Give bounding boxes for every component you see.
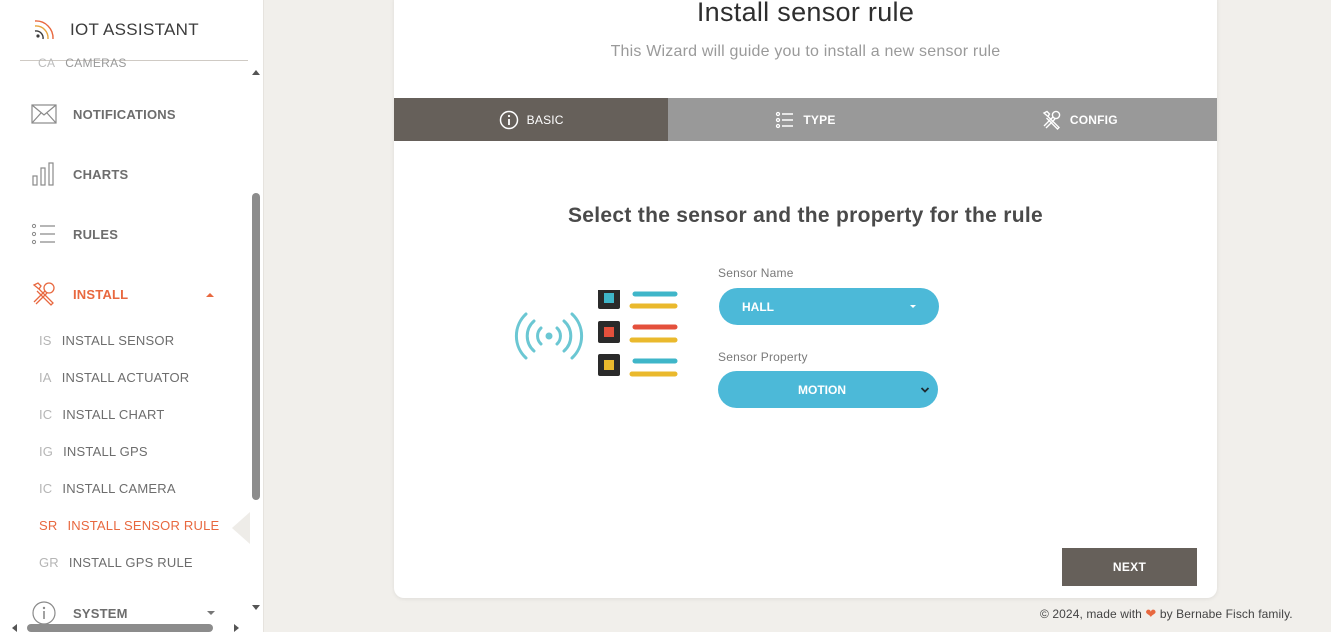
sensor-name-value: HALL [742, 299, 774, 314]
sensor-name-label: Sensor Name [718, 266, 794, 280]
sidebar-item-abbr: CA [38, 56, 56, 70]
step-title: Select the sensor and the property for t… [567, 204, 1044, 227]
tab-label: TYPE [803, 112, 836, 127]
tools-icon [30, 280, 58, 308]
footer: © 2024, made with ❤ by Bernabe Fisch fam… [1040, 606, 1293, 622]
sidebar-subitem-label: INSTALL ACTUATOR [61, 370, 190, 385]
scroll-right-icon[interactable] [234, 624, 239, 632]
vertical-scrollbar-thumb[interactable] [252, 193, 260, 500]
sidebar-item-label: RULES [73, 226, 119, 242]
sidebar-subitem-label: INSTALL CAMERA [62, 481, 176, 496]
heart-icon: ❤ [1145, 606, 1157, 621]
sidebar-subitem-install-chart[interactable]: IC INSTALL CHART [39, 407, 164, 422]
page-subtitle: This Wizard will guide you to install a … [610, 43, 1001, 60]
list-icon [30, 220, 58, 248]
sidebar-subitem-label: INSTALL GPS [63, 444, 148, 459]
sidebar-item-label: NOTIFICATIONS [73, 106, 176, 122]
scroll-down-icon[interactable] [252, 605, 260, 610]
chevron-down-icon[interactable] [207, 611, 215, 615]
sensor-property-select[interactable]: MOTION [718, 371, 938, 408]
tab-basic[interactable]: BASIC [394, 98, 669, 141]
sidebar-subitem-label: INSTALL CHART [62, 407, 165, 422]
sidebar-subitem-install-sensor[interactable]: IS INSTALL SENSOR [39, 333, 174, 348]
wizard-card: Install sensor rule This Wizard will gui… [394, 0, 1217, 598]
sidebar-subitem-label: INSTALL SENSOR RULE [67, 518, 220, 533]
chevron-down-icon [920, 384, 930, 398]
sidebar-item-label: INSTALL [73, 286, 129, 302]
info-circle-icon [499, 110, 519, 130]
sidebar-subitem-install-gps-rule[interactable]: GR INSTALL GPS RULE [39, 555, 193, 570]
sidebar-item-rules[interactable]: RULES [30, 219, 118, 249]
sidebar-item-cameras[interactable]: CA CAMERAS [38, 56, 127, 70]
sidebar-subitem-label: INSTALL SENSOR [61, 333, 175, 348]
brand[interactable]: IOT ASSISTANT [20, 0, 248, 61]
sidebar-subitem-abbr: SR [39, 518, 58, 533]
horizontal-scrollbar-thumb[interactable] [27, 624, 213, 632]
sidebar-subitem-install-gps[interactable]: IG INSTALL GPS [39, 444, 148, 459]
caret-down-icon [910, 305, 916, 308]
sidebar-item-label: CHARTS [73, 166, 129, 182]
sidebar-subitem-abbr: IA [39, 370, 52, 385]
sidebar-item-label: CAMERAS [65, 56, 127, 70]
info-icon [30, 599, 58, 627]
tools-icon [1042, 110, 1062, 130]
wizard-tabs: BASIC TYPE CONFIG [394, 98, 1217, 141]
next-button[interactable]: NEXT [1062, 548, 1197, 586]
sidebar-item-label: SYSTEM [73, 605, 128, 621]
footer-prefix: © 2024, made with [1040, 607, 1142, 621]
sensor-name-dropdown[interactable]: HALL [719, 288, 939, 325]
sidebar-subitem-label: INSTALL GPS RULE [68, 555, 193, 570]
sidebar-subitem-install-sensor-rule[interactable]: SR INSTALL SENSOR RULE [39, 518, 219, 533]
active-indicator [232, 512, 250, 544]
sidebar-item-charts[interactable]: CHARTS [30, 159, 128, 189]
sidebar-subitem-abbr: IC [39, 481, 53, 496]
sidebar-subitem-abbr: GR [39, 555, 59, 570]
envelope-icon [30, 100, 58, 128]
tab-type[interactable]: TYPE [668, 98, 942, 141]
scroll-up-icon[interactable] [252, 70, 260, 75]
sidebar-subitem-abbr: IC [39, 407, 53, 422]
sensor-illustration [512, 287, 687, 390]
tab-label: CONFIG [1069, 112, 1118, 127]
sidebar-subitem-abbr: IG [39, 444, 54, 459]
tab-label: BASIC [526, 112, 564, 127]
chevron-up-icon[interactable] [206, 293, 214, 297]
footer-suffix: by Bernabe Fisch family. [1159, 607, 1293, 621]
sidebar-subitem-install-actuator[interactable]: IA INSTALL ACTUATOR [39, 370, 189, 385]
tab-config[interactable]: CONFIG [943, 98, 1217, 141]
sensor-rules-icon [514, 287, 678, 377]
wifi-signal-icon [24, 10, 64, 50]
list-icon [775, 110, 795, 130]
brand-title: IOT ASSISTANT [70, 20, 199, 39]
page-title: Install sensor rule [696, 0, 915, 27]
sensor-property-value: MOTION [798, 382, 846, 397]
bar-chart-icon [30, 160, 58, 188]
sidebar-subitem-install-camera[interactable]: IC INSTALL CAMERA [39, 481, 176, 496]
sensor-property-label: Sensor Property [718, 350, 808, 364]
sidebar-subitem-abbr: IS [39, 333, 52, 348]
sidebar-item-notifications[interactable]: NOTIFICATIONS [30, 99, 176, 129]
sidebar: IOT ASSISTANT CA CAMERAS NOTIFICATIONS CH… [0, 0, 264, 632]
sidebar-item-install[interactable]: INSTALL [30, 279, 128, 309]
scroll-left-icon[interactable] [12, 624, 17, 632]
